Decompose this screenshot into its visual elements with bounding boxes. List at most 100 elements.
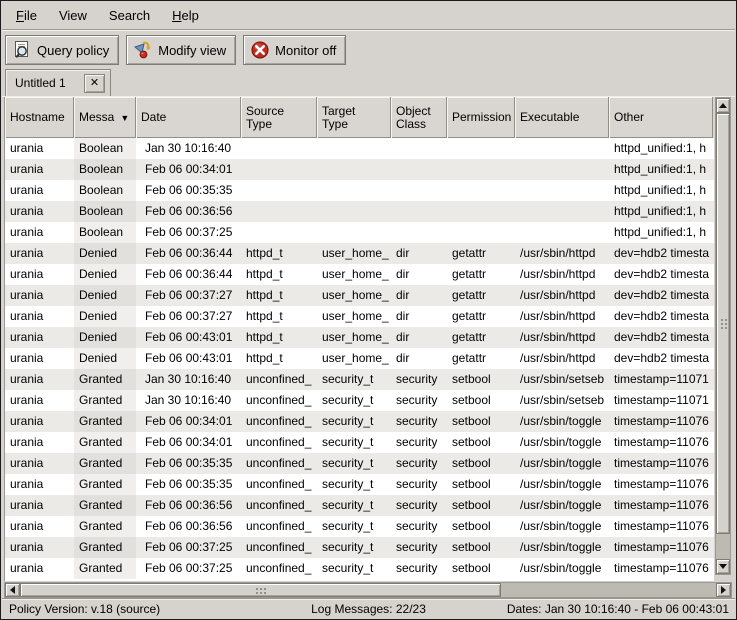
horizontal-scrollbar-thumb[interactable] [20, 583, 501, 597]
status-bar: Policy Version: v.18 (source) Log Messag… [2, 598, 735, 618]
menu-view[interactable]: View [51, 3, 95, 28]
table-row[interactable]: uraniaDeniedFeb 06 00:37:27httpd_tuser_h… [5, 306, 714, 327]
cell-permission: setbool [447, 558, 515, 579]
app-window: File View Search Help Query policy [0, 0, 737, 620]
cell-source-type: httpd_t [241, 285, 317, 306]
tab-label: Untitled 1 [15, 76, 66, 90]
grip-icon [720, 318, 727, 329]
table-row[interactable]: uraniaGrantedFeb 06 00:35:35unconfined_s… [5, 453, 714, 474]
cell-permission: getattr [447, 264, 515, 285]
column-header-label: Permission [452, 111, 511, 124]
cell-hostname: urania [5, 285, 74, 306]
cell-object-class: dir [391, 243, 447, 264]
monitor-off-label: Monitor off [275, 43, 336, 58]
table-row[interactable]: uraniaDeniedFeb 06 00:36:44httpd_tuser_h… [5, 264, 714, 285]
table-row[interactable]: uraniaDeniedFeb 06 00:43:01httpd_tuser_h… [5, 348, 714, 369]
cell-object-class [391, 138, 447, 159]
cell-object-class: dir [391, 285, 447, 306]
cell-target-type: security_t [317, 516, 391, 537]
cell-object-class: dir [391, 327, 447, 348]
cell-permission: setbool [447, 411, 515, 432]
table-row[interactable]: uraniaBooleanFeb 06 00:34:01httpd_unifie… [5, 159, 714, 180]
cell-source-type: httpd_t [241, 348, 317, 369]
cell-source-type: unconfined_ [241, 474, 317, 495]
table-row[interactable]: uraniaGrantedFeb 06 00:37:25unconfined_s… [5, 537, 714, 558]
cell-other: timestamp=11071 [609, 369, 713, 390]
scroll-down-button[interactable] [716, 559, 730, 574]
table-row[interactable]: uraniaGrantedFeb 06 00:34:01unconfined_s… [5, 432, 714, 453]
table-row[interactable]: uraniaDeniedFeb 06 00:37:27httpd_tuser_h… [5, 285, 714, 306]
table-row[interactable]: uraniaGrantedJan 30 10:16:40unconfined_s… [5, 369, 714, 390]
cell-hostname: urania [5, 516, 74, 537]
cell-source-type: unconfined_ [241, 495, 317, 516]
table-row[interactable]: uraniaBooleanFeb 06 00:36:56httpd_unifie… [5, 201, 714, 222]
column-header-hostname[interactable]: Hostname [5, 97, 74, 138]
query-policy-label: Query policy [37, 43, 109, 58]
cell-object-class: dir [391, 306, 447, 327]
vertical-scrollbar[interactable] [715, 97, 731, 575]
cell-target-type [317, 159, 391, 180]
column-header-executable[interactable]: Executable [515, 97, 609, 138]
table-row[interactable]: uraniaGrantedFeb 06 00:34:01unconfined_s… [5, 411, 714, 432]
column-header-message[interactable]: Messa▼ [74, 97, 136, 138]
cell-date: Jan 30 10:16:40 [136, 369, 241, 390]
cell-other: timestamp=11076 [609, 453, 713, 474]
cell-target-type: security_t [317, 474, 391, 495]
vertical-scrollbar-thumb[interactable] [716, 113, 730, 534]
menu-search[interactable]: Search [101, 3, 158, 28]
cell-executable: /usr/sbin/toggle [515, 558, 609, 579]
scroll-up-button[interactable] [716, 98, 730, 113]
cell-hostname: urania [5, 495, 74, 516]
cell-source-type [241, 180, 317, 201]
table-row[interactable]: uraniaGrantedFeb 06 00:35:35unconfined_s… [5, 474, 714, 495]
column-header-permission[interactable]: Permission [447, 97, 515, 138]
policy-version-status: Policy Version: v.18 (source) [9, 602, 160, 616]
table-row[interactable]: uraniaGrantedFeb 06 00:36:56unconfined_s… [5, 516, 714, 537]
column-header-target-type[interactable]: Target Type [317, 97, 391, 138]
table-row[interactable]: uraniaBooleanFeb 06 00:35:35httpd_unifie… [5, 180, 714, 201]
cell-source-type: unconfined_ [241, 516, 317, 537]
table-row[interactable]: uraniaGrantedFeb 06 00:36:56unconfined_s… [5, 495, 714, 516]
cell-object-class: security [391, 369, 447, 390]
column-header-object-class[interactable]: Object Class [391, 97, 447, 138]
cell-hostname: urania [5, 306, 74, 327]
table-row[interactable]: uraniaDeniedFeb 06 00:36:44httpd_tuser_h… [5, 243, 714, 264]
close-tab-button[interactable]: ✕ [84, 74, 105, 93]
cell-date: Jan 30 10:16:40 [136, 138, 241, 159]
cell-object-class: security [391, 495, 447, 516]
tab-untitled-1[interactable]: Untitled 1 ✕ [5, 69, 111, 96]
cell-executable: /usr/sbin/httpd [515, 264, 609, 285]
scroll-left-button[interactable] [5, 583, 20, 597]
cell-source-type: unconfined_ [241, 432, 317, 453]
column-header-source-type[interactable]: Source Type [241, 97, 317, 138]
table-row[interactable]: uraniaGrantedFeb 06 00:37:25unconfined_s… [5, 558, 714, 579]
log-table: HostnameMessa▼DateSource TypeTarget Type… [4, 97, 714, 581]
cell-object-class: security [391, 474, 447, 495]
horizontal-scrollbar[interactable] [4, 582, 732, 598]
cell-target-type: user_home_ [317, 285, 391, 306]
column-header-date[interactable]: Date [136, 97, 241, 138]
column-header-other[interactable]: Other [609, 97, 713, 138]
cell-hostname: urania [5, 411, 74, 432]
cell-executable: /usr/sbin/httpd [515, 348, 609, 369]
table-row[interactable]: uraniaBooleanJan 30 10:16:40httpd_unifie… [5, 138, 714, 159]
scroll-right-button[interactable] [716, 583, 731, 597]
column-header-label: Executable [520, 111, 579, 124]
cell-other: timestamp=11076 [609, 537, 713, 558]
modify-view-button[interactable]: Modify view [126, 35, 236, 65]
table-row[interactable]: uraniaBooleanFeb 06 00:37:25httpd_unifie… [5, 222, 714, 243]
menu-help[interactable]: Help [164, 3, 207, 28]
cell-date: Feb 06 00:43:01 [136, 348, 241, 369]
monitor-off-button[interactable]: Monitor off [243, 35, 346, 65]
cell-source-type [241, 222, 317, 243]
cell-message: Granted [74, 453, 136, 474]
table-row[interactable]: uraniaDeniedFeb 06 00:43:01httpd_tuser_h… [5, 327, 714, 348]
cell-other: dev=hdb2 timesta [609, 243, 713, 264]
cell-date: Feb 06 00:35:35 [136, 474, 241, 495]
query-policy-button[interactable]: Query policy [5, 35, 119, 65]
cell-target-type: security_t [317, 390, 391, 411]
cell-permission: setbool [447, 369, 515, 390]
cell-date: Feb 06 00:43:01 [136, 327, 241, 348]
table-row[interactable]: uraniaGrantedJan 30 10:16:40unconfined_s… [5, 390, 714, 411]
menu-file[interactable]: File [8, 3, 45, 28]
